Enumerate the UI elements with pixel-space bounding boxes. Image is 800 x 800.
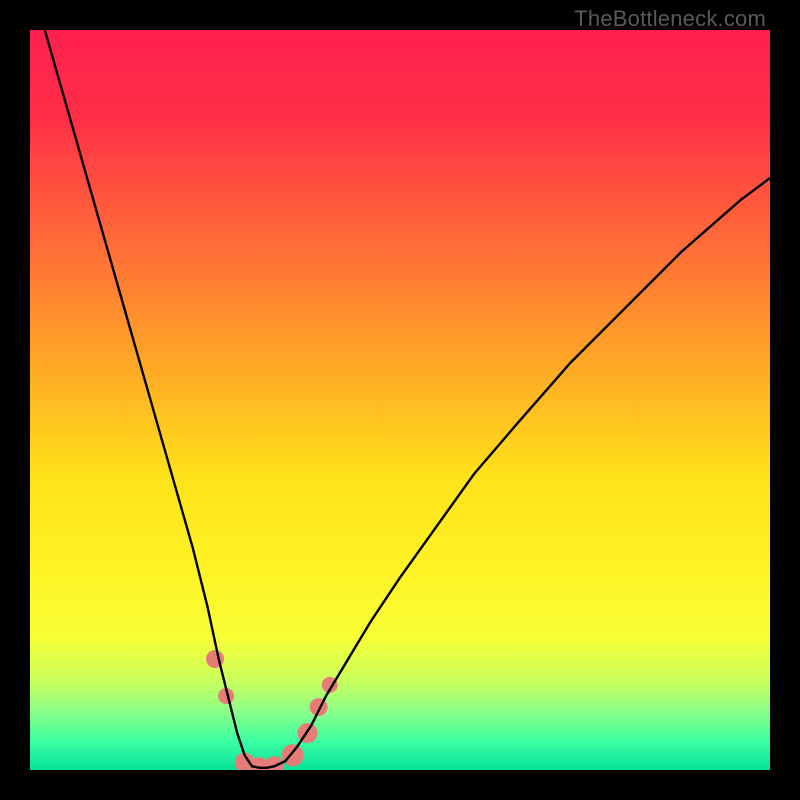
watermark-text: TheBottleneck.com xyxy=(574,6,766,32)
chart-frame: TheBottleneck.com xyxy=(0,0,800,800)
curve-layer xyxy=(30,30,770,770)
plot-area xyxy=(30,30,770,770)
bottleneck-curve xyxy=(45,30,770,768)
data-marker xyxy=(282,744,304,766)
